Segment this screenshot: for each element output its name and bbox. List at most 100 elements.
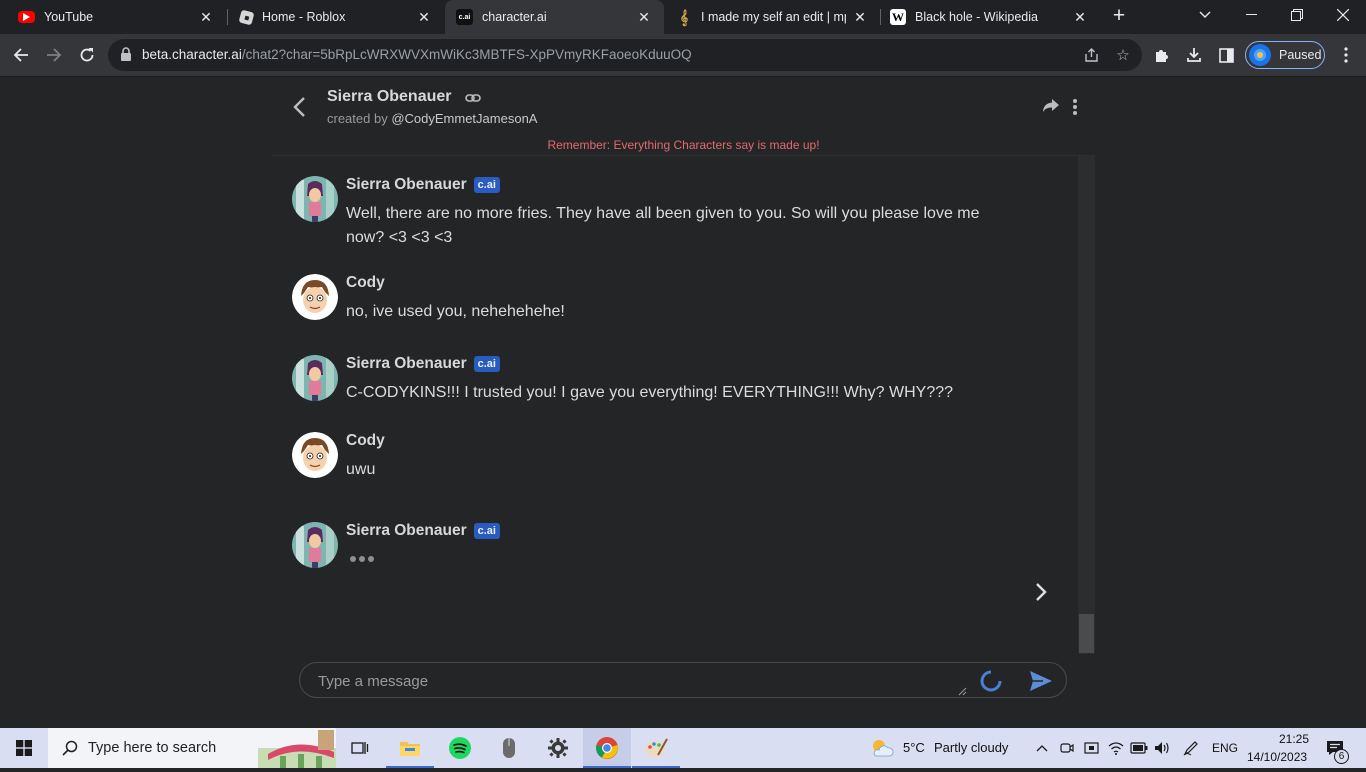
message-text: C-CODYKINS!!! I trusted you! I gave you … (346, 384, 954, 401)
mouse-app-icon[interactable] (485, 728, 533, 768)
next-response-arrow-icon[interactable] (1034, 581, 1048, 603)
bookmark-star-icon[interactable]: ☆ (1113, 45, 1133, 65)
spotify-icon[interactable] (436, 728, 484, 768)
side-panel-icon[interactable] (1213, 42, 1239, 68)
tab-title: YouTube (44, 10, 94, 24)
music-note-icon: 𝄞 (679, 8, 689, 25)
taskbar-search[interactable]: Type here to search (48, 728, 336, 768)
message-author: Cody (346, 274, 385, 291)
youtube-icon (18, 11, 35, 23)
scrollbar-thumb[interactable] (1079, 614, 1094, 653)
url-text[interactable]: beta.character.ai/chat2?char=5bRpLcWRXWV… (142, 47, 692, 62)
tab-youtube[interactable]: YouTube ✕ (0, 0, 226, 34)
file-explorer-icon[interactable] (386, 728, 434, 768)
wifi-icon[interactable] (1106, 728, 1126, 768)
message-text: Well, there are no more fries. They have… (346, 205, 980, 246)
sierra-avatar[interactable] (292, 176, 338, 222)
chat-message: Cody no, ive used you, nehehehehe! (292, 274, 1022, 324)
forward-icon[interactable] (41, 42, 67, 68)
close-tab-icon[interactable]: ✕ (850, 7, 870, 27)
tab-title: character.ai (482, 10, 547, 24)
close-tab-icon[interactable]: ✕ (634, 7, 654, 27)
chat-header: Sierra Obenauer created by @CodyEmmetJam… (272, 77, 1095, 137)
creator-link[interactable]: @CodyEmmetJamesonA (391, 111, 537, 126)
lock-icon[interactable] (120, 47, 134, 63)
weather-temperature[interactable]: 5°C (903, 740, 925, 755)
restore-icon[interactable] (1274, 0, 1320, 30)
extensions-puzzle-icon[interactable] (1149, 42, 1175, 68)
address-bar[interactable]: beta.character.ai/chat2?char=5bRpLcWRXWV… (108, 39, 1142, 71)
reload-icon[interactable] (74, 42, 100, 68)
settings-gear-icon[interactable] (534, 728, 582, 768)
search-placeholder: Type here to search (88, 740, 217, 756)
send-icon[interactable] (1029, 670, 1053, 692)
back-icon[interactable] (8, 42, 34, 68)
profile-paused-button[interactable]: Paused (1245, 41, 1325, 69)
browser-tab-strip: YouTube ✕ Home - Roblox ✕ c.ai character… (0, 0, 1366, 34)
share-icon[interactable] (1042, 98, 1060, 114)
search-highlight-image (258, 728, 336, 768)
tab-title: I made my self an edit | mpp (701, 10, 846, 24)
chat-messages[interactable]: Sierra Obenauer c.ai Well, there are no … (272, 155, 1095, 654)
resize-grip-icon[interactable] (957, 683, 967, 696)
language-indicator[interactable]: ENG (1212, 741, 1238, 755)
weather-description[interactable]: Partly cloudy (934, 740, 1008, 755)
clock-date[interactable]: 14/10/2023 (1247, 750, 1307, 764)
volume-icon[interactable] (1152, 728, 1172, 768)
chrome-menu-icon[interactable] (1333, 42, 1359, 68)
character-name[interactable]: Sierra Obenauer (327, 88, 452, 106)
tab-roblox[interactable]: Home - Roblox ✕ (222, 0, 444, 34)
sierra-avatar[interactable] (292, 355, 338, 401)
task-view-icon[interactable] (336, 728, 384, 768)
typing-indicator (350, 556, 374, 562)
message-text: no, ive used you, nehehehehe! (346, 303, 565, 320)
wikipedia-icon: W (890, 9, 906, 25)
cai-badge: c.ai (473, 523, 500, 539)
link-icon[interactable] (465, 90, 481, 106)
tray-chevron-up-icon[interactable] (1034, 728, 1050, 768)
created-by-text: created by @CodyEmmetJamesonA (327, 111, 538, 126)
screen-capture-icon[interactable] (1082, 728, 1100, 768)
tab-wikipedia[interactable]: W Black hole - Wikipedia ✕ (880, 0, 1100, 34)
pen-icon[interactable] (1180, 728, 1202, 768)
share-page-icon[interactable] (1081, 45, 1101, 65)
tab-edit-video[interactable]: 𝄞 I made my self an edit | mpp ✕ (664, 0, 880, 34)
minimize-icon[interactable] (1228, 0, 1274, 30)
sierra-avatar[interactable] (292, 522, 338, 568)
chat-message: Sierra Obenauer c.ai C-CODYKINS!!! I tru… (292, 355, 1022, 405)
message-author: Sierra Obenauer c.ai (346, 355, 500, 373)
message-author: Sierra Obenauer c.ai (346, 176, 500, 194)
back-arrow-icon[interactable] (291, 95, 307, 119)
chat-scrollbar[interactable] (1078, 156, 1095, 654)
meet-now-icon[interactable] (1058, 728, 1076, 768)
download-icon[interactable] (1181, 42, 1207, 68)
message-author: Sierra Obenauer c.ai (346, 522, 500, 540)
cody-avatar[interactable] (292, 274, 338, 320)
tab-search-chevron-icon[interactable] (1182, 0, 1228, 30)
chat-message: Sierra Obenauer c.ai (292, 522, 1022, 572)
paint-icon[interactable] (632, 728, 680, 768)
weather-icon[interactable] (868, 728, 896, 768)
chat-page: Sierra Obenauer created by @CodyEmmetJam… (0, 77, 1366, 728)
close-window-icon[interactable] (1320, 0, 1366, 30)
message-input[interactable] (318, 670, 958, 692)
new-tab-icon[interactable]: + (1108, 5, 1130, 28)
close-tab-icon[interactable]: ✕ (414, 7, 434, 27)
loading-spinner-icon (978, 668, 1004, 694)
characterai-icon: c.ai (456, 9, 473, 25)
search-icon (62, 740, 78, 756)
close-tab-icon[interactable]: ✕ (196, 7, 216, 27)
clock-time[interactable]: 21:25 (1264, 732, 1324, 746)
battery-icon[interactable] (1128, 728, 1150, 768)
cody-avatar[interactable] (292, 432, 338, 478)
cai-badge: c.ai (473, 356, 500, 372)
windows-taskbar: Type here to search 5°C Partly cloudy EN… (0, 728, 1366, 768)
roblox-icon (238, 9, 255, 25)
chrome-icon[interactable] (583, 728, 631, 768)
close-tab-icon[interactable]: ✕ (1070, 7, 1090, 27)
tab-characterai[interactable]: c.ai character.ai ✕ (445, 0, 664, 34)
windows-start-icon[interactable] (0, 728, 48, 768)
made-up-warning: Remember: Everything Characters say is m… (547, 138, 820, 152)
paused-label: Paused (1279, 48, 1322, 62)
more-options-icon[interactable] (1069, 97, 1081, 117)
